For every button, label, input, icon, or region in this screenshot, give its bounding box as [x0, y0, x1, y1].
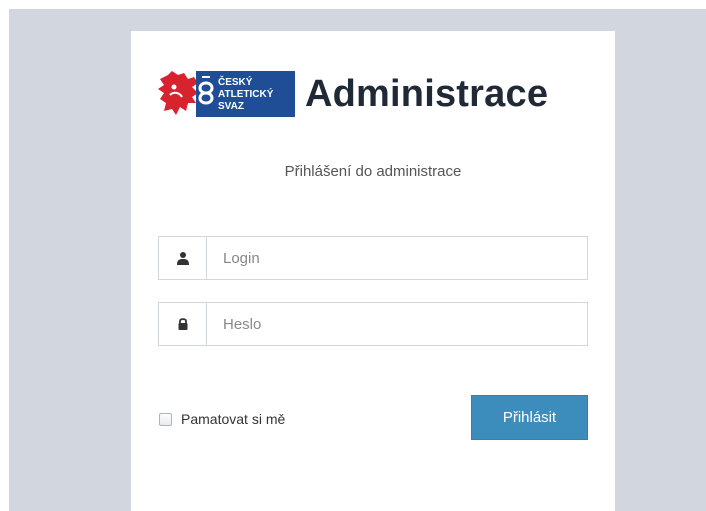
- logo-text-line-3: SVAZ: [218, 101, 244, 112]
- password-input-group: [158, 302, 588, 346]
- brand-header: ČESKÝ ATLETICKÝ SVAZ Administrace: [158, 69, 548, 119]
- lock-icon: [159, 303, 207, 345]
- login-input-group: [158, 236, 588, 280]
- user-icon: [159, 237, 207, 279]
- cas-logo: ČESKÝ ATLETICKÝ SVAZ: [158, 69, 295, 119]
- remember-me-checkbox[interactable]: [159, 412, 172, 426]
- password-input[interactable]: [207, 303, 587, 345]
- remember-me[interactable]: Pamatovat si mě: [159, 411, 285, 427]
- login-subtitle: Přihlášení do administrace: [284, 163, 462, 180]
- login-card: ČESKÝ ATLETICKÝ SVAZ Administrace Přihlá…: [131, 31, 615, 511]
- logo-text-line-2: ATLETICKÝ: [218, 87, 274, 100]
- logo-text-line-1: ČESKÝ: [218, 75, 253, 88]
- login-input[interactable]: [207, 237, 587, 279]
- page-title: Administrace: [305, 72, 549, 115]
- page-background: ČESKÝ ATLETICKÝ SVAZ Administrace Přihlá…: [9, 9, 706, 511]
- login-button[interactable]: Přihlásit: [471, 395, 588, 440]
- remember-me-label: Pamatovat si mě: [181, 411, 286, 427]
